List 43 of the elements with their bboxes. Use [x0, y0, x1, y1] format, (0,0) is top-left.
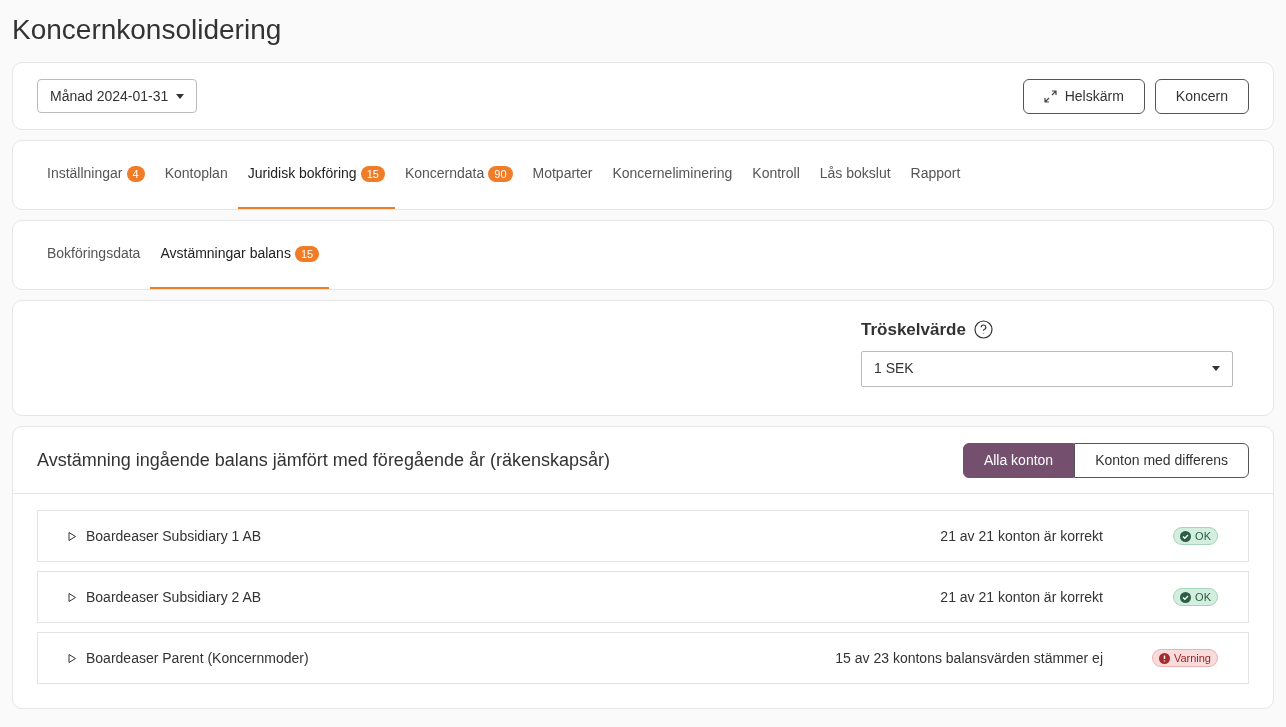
count-badge: 15: [360, 165, 385, 182]
tab[interactable]: Koncerneliminering: [602, 141, 743, 209]
caret-icon: [176, 93, 185, 99]
company-row[interactable]: Boardeaser Subsidiary 1 AB 21 av 21 konton är korrekt OK: [37, 510, 1249, 562]
tab[interactable]: Kontroll: [742, 141, 810, 209]
caret-icon: [1212, 366, 1220, 371]
tab[interactable]: Lås bokslut: [809, 141, 901, 209]
tab[interactable]: Kontoplan: [154, 141, 238, 209]
section-title: Avstämning ingående balans jämfört med föregående år (räkenskapsår): [37, 448, 610, 472]
status-badge: OK: [1173, 588, 1218, 606]
count-badge: 90: [488, 165, 513, 182]
status-summary: 21 av 21 konton är korrekt: [940, 526, 1103, 546]
status-badge: Varning: [1151, 649, 1218, 667]
help-icon[interactable]: [973, 320, 993, 340]
filter-toggle[interactable]: Alla konton: [962, 442, 1075, 478]
company-name: Boardeaser Subsidiary 1 AB: [86, 526, 262, 546]
count-badge: 4: [126, 165, 145, 182]
expand-icon: [1043, 89, 1057, 103]
status-badge: OK: [1173, 527, 1218, 545]
period-dropdown[interactable]: Månad 2024-01-31: [37, 79, 198, 113]
tab[interactable]: Juridisk bokföring 15: [237, 141, 395, 209]
check-icon: [1180, 591, 1192, 603]
company-name: Boardeaser Parent (Koncernmoder): [86, 648, 309, 668]
alert-icon: [1158, 652, 1170, 664]
tab[interactable]: Koncerndata 90: [394, 141, 523, 209]
company-row[interactable]: Boardeaser Parent (Koncernmoder) 15 av 23 kontons balansvärden stämmer ej Varning: [37, 632, 1249, 684]
status-summary: 21 av 21 konton är korrekt: [940, 587, 1103, 607]
status-summary: 15 av 23 kontons balansvärden stämmer ej: [835, 648, 1103, 668]
tab[interactable]: Motparter: [522, 141, 603, 209]
tab[interactable]: Inställningar 4: [37, 141, 155, 209]
threshold-label: Tröskelvärde: [861, 319, 966, 341]
count-badge: 15: [294, 245, 320, 262]
tab[interactable]: Bokföringsdata: [37, 221, 151, 289]
company-name: Boardeaser Subsidiary 2 AB: [86, 587, 262, 607]
page-title: Koncernkonsolidering: [12, 13, 283, 47]
filter-toggle[interactable]: Konton med differens: [1074, 442, 1249, 478]
tab[interactable]: Avstämningar balans 15: [150, 221, 330, 289]
threshold-dropdown[interactable]: 1 SEK: [861, 350, 1233, 387]
group-button[interactable]: Koncern: [1154, 78, 1249, 114]
fullscreen-button[interactable]: Helskärm: [1022, 78, 1145, 114]
company-row[interactable]: Boardeaser Subsidiary 2 AB 21 av 21 konton är korrekt OK: [37, 571, 1249, 623]
check-icon: [1180, 530, 1192, 542]
tab[interactable]: Rapport: [900, 141, 971, 209]
